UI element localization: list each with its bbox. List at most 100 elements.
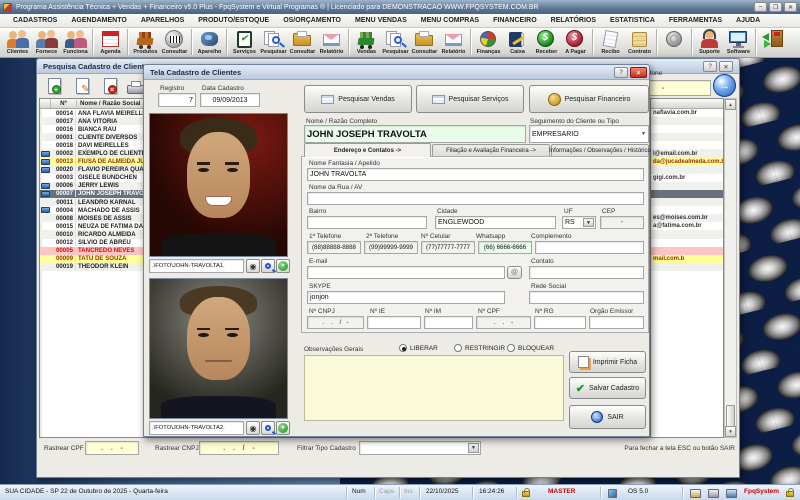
toolbar-button[interactable] xyxy=(592,29,594,55)
header-name[interactable]: Nome / Razão Social xyxy=(77,100,141,107)
whatsapp-field[interactable]: (66) 6666-6666 xyxy=(478,241,532,254)
pesquisa-close-button[interactable]: ✕ xyxy=(719,61,733,72)
email-cell[interactable] xyxy=(651,182,723,190)
observacoes-textarea[interactable] xyxy=(304,355,564,421)
email-cell[interactable] xyxy=(651,117,723,125)
toolbar-button[interactable]: Funciona xyxy=(61,28,90,57)
toolbar-button[interactable]: Pesquisar xyxy=(259,28,288,57)
toolbar-button[interactable] xyxy=(660,28,689,57)
email-send-button[interactable]: @ xyxy=(507,266,522,279)
dialog-help-button[interactable]: ? xyxy=(614,67,628,78)
email-cell[interactable] xyxy=(651,198,723,206)
photo1-path-field[interactable]: .\FOTO\JOHN-TRAVOLTA1. xyxy=(149,259,244,273)
email-cell[interactable]: gigi.com.br xyxy=(651,174,723,182)
dialog-close-button[interactable]: ✕ xyxy=(630,67,647,78)
toolbar-button[interactable]: Agenda xyxy=(96,28,125,57)
email-column[interactable]: naflavia.com.brl@email.com.brda@jucadeal… xyxy=(651,98,724,438)
toolbar-button[interactable]: Aparelho xyxy=(195,28,224,57)
photo2-zoom-button[interactable] xyxy=(261,421,275,435)
rastrear-cpf-input[interactable]: . . - xyxy=(85,441,139,455)
email-cell[interactable] xyxy=(651,166,723,174)
email-cell[interactable] xyxy=(651,190,723,198)
cidade-field[interactable]: ENGLEWOOD xyxy=(435,216,556,229)
toolbar-button[interactable]: Vendas xyxy=(352,28,381,57)
bairro-field[interactable] xyxy=(307,216,427,229)
skype-field[interactable]: jonjon xyxy=(307,291,505,304)
photo2-refresh-button[interactable]: ▼ xyxy=(276,421,290,435)
toolbar-button[interactable]: Produtos xyxy=(131,28,160,57)
registro-field[interactable]: 7 xyxy=(158,93,196,107)
cpf-field[interactable]: . . - xyxy=(476,316,531,329)
tab-endereco[interactable]: Endereço e Contatos -> xyxy=(304,143,431,157)
toolbar-button[interactable] xyxy=(691,29,693,55)
pesquisar-vendas-button[interactable]: Pesquisar Vendas xyxy=(304,85,412,113)
email-field[interactable] xyxy=(307,266,505,279)
toolbar-button[interactable] xyxy=(348,29,350,55)
rg-field[interactable] xyxy=(534,316,586,329)
menu-item[interactable]: OS/ORÇAMENTO xyxy=(276,17,348,24)
scroll-thumb[interactable] xyxy=(726,405,735,427)
toolbar-button[interactable] xyxy=(127,29,129,55)
pesquisar-servicos-button[interactable]: Pesquisar Serviços xyxy=(416,85,524,113)
rua-field[interactable] xyxy=(307,192,644,205)
menu-item[interactable]: APARELHOS xyxy=(134,17,191,24)
scroll-up-button[interactable]: ▲ xyxy=(725,99,736,110)
toolbar-button[interactable]: Serviços xyxy=(230,28,259,57)
chevron-down-icon[interactable]: ▼ xyxy=(583,218,594,227)
toolbar-button[interactable]: Clientes xyxy=(3,28,32,57)
menu-item[interactable]: AJUDA xyxy=(729,17,767,24)
im-field[interactable] xyxy=(424,316,473,329)
toolbar-button[interactable]: Relatório xyxy=(439,28,468,57)
folder-icon[interactable] xyxy=(690,489,701,498)
orgao-field[interactable] xyxy=(589,316,644,329)
toolbar-button[interactable] xyxy=(92,29,94,55)
email-cell[interactable] xyxy=(651,206,723,214)
cnpj-field[interactable]: . . / - xyxy=(307,316,364,329)
email-cell[interactable]: es@moises.com.br xyxy=(651,214,723,222)
radio-bloquear[interactable]: BLOQUEAR xyxy=(507,344,554,352)
menu-item[interactable]: FINANCEIRO xyxy=(486,17,544,24)
restore-button[interactable]: ❐ xyxy=(769,2,782,12)
edit-client-button[interactable]: ✎ xyxy=(70,75,94,97)
close-button[interactable]: ✕ xyxy=(784,2,797,12)
toolbar-button[interactable]: Software xyxy=(724,28,753,57)
pesquisar-financeiro-button[interactable]: Pesquisar Financeiro xyxy=(529,85,649,113)
radio-restringir[interactable]: RESTRINGIR xyxy=(454,344,505,352)
toolbar-button[interactable]: Caixa xyxy=(503,28,532,57)
menu-item[interactable]: ESTATISTICA xyxy=(603,17,662,24)
email-cell[interactable]: mail.com.b xyxy=(651,255,723,263)
menu-item[interactable]: PRODUTO/ESTOQUE xyxy=(191,17,276,24)
salvar-cadastro-button[interactable]: ✔ Salvar Cadastro xyxy=(569,377,646,399)
toolbar-button[interactable] xyxy=(191,29,193,55)
menu-item[interactable]: MENU VENDAS xyxy=(348,17,414,24)
email-cell[interactable] xyxy=(651,263,723,271)
email-cell[interactable]: da@jucadealmeda.com.b xyxy=(651,158,723,166)
complemento-field[interactable] xyxy=(535,241,644,254)
monitor-icon[interactable] xyxy=(726,489,737,498)
imprimir-ficha-button[interactable]: Imprimir Ficha xyxy=(569,351,646,373)
toolbar-button[interactable]: Suporte xyxy=(695,28,724,57)
sair-button[interactable]: → SAIR xyxy=(569,405,646,429)
chevron-down-icon[interactable]: ▼ xyxy=(468,443,479,453)
email-cell[interactable]: naflavia.com.br xyxy=(651,109,723,117)
menu-item[interactable]: CADASTROS xyxy=(6,17,64,24)
email-cell[interactable] xyxy=(651,133,723,141)
photo1-camera-button[interactable]: ◉ xyxy=(246,259,260,273)
ie-field[interactable] xyxy=(367,316,421,329)
menu-item[interactable]: FERRAMENTAS xyxy=(662,17,729,24)
uf-dropdown[interactable]: RS▼ xyxy=(562,216,596,229)
data-cadastro-field[interactable]: 09/09/2013 xyxy=(200,93,260,107)
photo2-camera-button[interactable]: ◉ xyxy=(246,421,260,435)
pesquisa-help-button[interactable]: ? xyxy=(703,61,717,72)
chevron-down-icon[interactable]: ▼ xyxy=(641,131,646,137)
header-num[interactable]: Nº xyxy=(51,100,77,107)
email-cell[interactable]: a@fatima.com.br xyxy=(651,222,723,230)
nome-fantasia-field[interactable]: JOHN TRAVOLTA xyxy=(307,168,644,181)
minimize-button[interactable]: – xyxy=(754,2,767,12)
email-cell[interactable] xyxy=(651,125,723,133)
toolbar-button[interactable]: Fornece xyxy=(32,28,61,57)
toolbar-button[interactable]: Contrato xyxy=(625,28,654,57)
tel2-field[interactable]: (99)99999-9999 xyxy=(364,241,418,254)
dialog-titlebar[interactable]: Tela Cadastro de Clientes xyxy=(144,65,649,80)
printer-icon[interactable] xyxy=(708,489,719,498)
